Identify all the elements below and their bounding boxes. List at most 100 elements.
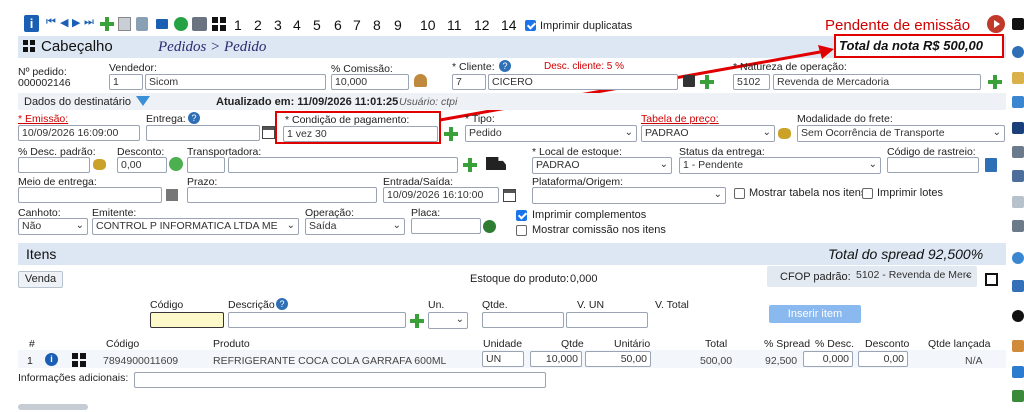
grid-icon[interactable] xyxy=(212,17,226,31)
freight-select[interactable]: Sem Ocorrência de Transporte ⌄ xyxy=(797,125,1005,142)
page-button[interactable]: 2 xyxy=(254,17,262,33)
document-tool-icon[interactable] xyxy=(1012,146,1024,158)
info-icon[interactable]: i xyxy=(24,15,39,32)
money-tool-icon[interactable] xyxy=(1012,390,1024,402)
printer-icon[interactable] xyxy=(192,17,207,31)
row-qty-input[interactable]: 10,000 xyxy=(530,351,582,367)
delivery-mode-input[interactable] xyxy=(18,187,162,203)
type-select[interactable]: Pedido ⌄ xyxy=(465,125,637,142)
carrier-code-input[interactable] xyxy=(187,157,225,173)
add-client-icon[interactable] xyxy=(700,75,714,89)
entry-qty-input[interactable] xyxy=(482,312,564,328)
page-button[interactable]: 8 xyxy=(373,17,381,33)
page-button[interactable]: 3 xyxy=(274,17,282,33)
discount-std-input[interactable] xyxy=(18,157,90,173)
previous-record-icon[interactable]: ◀ xyxy=(60,16,68,29)
email-icon[interactable] xyxy=(156,19,168,29)
row-unit-price-input[interactable]: 50,00 xyxy=(585,351,651,367)
entry-vun-input[interactable] xyxy=(566,312,648,328)
additional-info-input[interactable] xyxy=(134,372,546,388)
grid-tool-icon[interactable] xyxy=(1012,18,1024,30)
carrier-name-input[interactable] xyxy=(228,157,458,173)
discount-tag-icon[interactable] xyxy=(169,157,183,171)
whatsapp-icon[interactable] xyxy=(174,17,188,31)
client-name-input[interactable]: CICERO xyxy=(488,74,678,90)
add-carrier-icon[interactable] xyxy=(463,158,477,172)
issuer-select[interactable]: CONTROL P INFORMATICA LTDA ME ⌄ xyxy=(92,218,299,235)
seller-name-input[interactable]: Sicom xyxy=(145,74,326,90)
delivery-status-select[interactable]: 1 - Pendente ⌄ xyxy=(679,157,881,174)
page-button[interactable]: 7 xyxy=(353,17,361,33)
first-record-icon[interactable]: ⏮ xyxy=(46,16,56,29)
delivery-help-icon[interactable]: ? xyxy=(188,112,200,124)
price-table-coins-icon[interactable] xyxy=(778,128,791,139)
commission-user-icon[interactable] xyxy=(414,74,427,87)
settings-tool-icon[interactable] xyxy=(1012,310,1024,322)
page-button[interactable]: 6 xyxy=(334,17,342,33)
cart-tool-icon[interactable] xyxy=(1012,280,1024,292)
next-record-icon[interactable]: ▶ xyxy=(72,16,80,29)
stock-location-select[interactable]: PADRAO ⌄ xyxy=(532,157,672,174)
page-button[interactable]: 4 xyxy=(293,17,301,33)
operation-select[interactable]: Saída ⌄ xyxy=(305,218,405,235)
show-table-checkbox[interactable] xyxy=(734,188,745,199)
row-unit-input[interactable]: UN xyxy=(482,351,524,367)
entry-unit-select[interactable]: ⌄ xyxy=(428,312,468,329)
canhoto-select[interactable]: Não ⌄ xyxy=(18,218,88,235)
page-button[interactable]: 1 xyxy=(234,17,242,33)
client-card-icon[interactable] xyxy=(683,75,695,87)
insert-item-button[interactable]: Inserir item xyxy=(769,305,861,323)
sale-button[interactable]: Venda xyxy=(18,271,63,288)
delete-icon[interactable] xyxy=(136,17,148,31)
entry-desc-help-icon[interactable]: ? xyxy=(276,298,288,310)
page-button[interactable]: 5 xyxy=(313,17,321,33)
people-tool-icon[interactable] xyxy=(1012,340,1024,352)
seller-code-input[interactable]: 1 xyxy=(109,74,143,90)
add-payment-icon[interactable] xyxy=(444,127,458,141)
copy-icon[interactable] xyxy=(118,17,131,31)
client-help-icon[interactable]: ? xyxy=(499,60,511,72)
page-button[interactable]: 9 xyxy=(394,17,402,33)
delivery-calendar-icon[interactable] xyxy=(262,126,275,139)
back-tool-icon[interactable] xyxy=(1012,122,1024,134)
last-record-icon[interactable]: ⏭ xyxy=(84,16,94,29)
entry-desc-input[interactable] xyxy=(228,312,406,328)
truck-icon[interactable] xyxy=(486,157,506,170)
cfop-select[interactable]: 5102 - Revenda de Merc ⌄ xyxy=(853,268,975,285)
payment-condition-input[interactable]: 1 vez 30 xyxy=(283,126,438,142)
show-commission-checkbox[interactable] xyxy=(516,225,527,236)
page-button[interactable]: 11 xyxy=(447,17,462,33)
page-button[interactable]: 12 xyxy=(474,17,490,33)
entry-exit-input[interactable]: 10/09/2026 16:10:00 xyxy=(383,187,499,203)
row-disc-pct-input[interactable]: 0,000 xyxy=(803,351,853,367)
add-operation-icon[interactable] xyxy=(988,75,1002,89)
plate-input[interactable] xyxy=(411,218,481,234)
emission-input[interactable]: 10/09/2026 16:09:00 xyxy=(18,125,140,141)
add-product-icon[interactable] xyxy=(410,314,424,328)
new-record-icon[interactable] xyxy=(100,17,114,31)
print-lots-checkbox[interactable] xyxy=(862,188,873,199)
entry-exit-calendar-icon[interactable] xyxy=(503,189,516,202)
discount-input[interactable]: 0,00 xyxy=(117,157,167,173)
commission-input[interactable]: 10,000 xyxy=(331,74,409,90)
sheet-tool-icon[interactable] xyxy=(1012,170,1024,182)
user-tool-icon[interactable] xyxy=(1012,72,1024,84)
box-tool-icon[interactable] xyxy=(1012,196,1024,208)
expand-window-icon[interactable] xyxy=(985,273,998,286)
entry-code-input[interactable] xyxy=(150,312,224,328)
network-tool-icon[interactable] xyxy=(1012,96,1024,108)
tracking-input[interactable] xyxy=(887,157,979,173)
row-info-icon[interactable]: i xyxy=(45,353,58,366)
delivery-input[interactable] xyxy=(146,125,260,141)
add-tool-icon[interactable] xyxy=(1012,46,1024,58)
page-button[interactable]: 14 xyxy=(501,17,517,33)
row-discount-input[interactable]: 0,00 xyxy=(858,351,908,367)
print-complements-checkbox[interactable] xyxy=(516,210,527,221)
horizontal-scrollbar[interactable] xyxy=(18,404,88,410)
chart-tool-icon[interactable] xyxy=(1012,366,1024,378)
operation-code-input[interactable]: 5102 xyxy=(733,74,770,90)
row-grid-icon[interactable] xyxy=(72,353,86,367)
print-duplicates-checkbox[interactable] xyxy=(525,20,536,31)
report-tool-icon[interactable] xyxy=(1012,220,1024,232)
term-input[interactable] xyxy=(187,187,377,203)
